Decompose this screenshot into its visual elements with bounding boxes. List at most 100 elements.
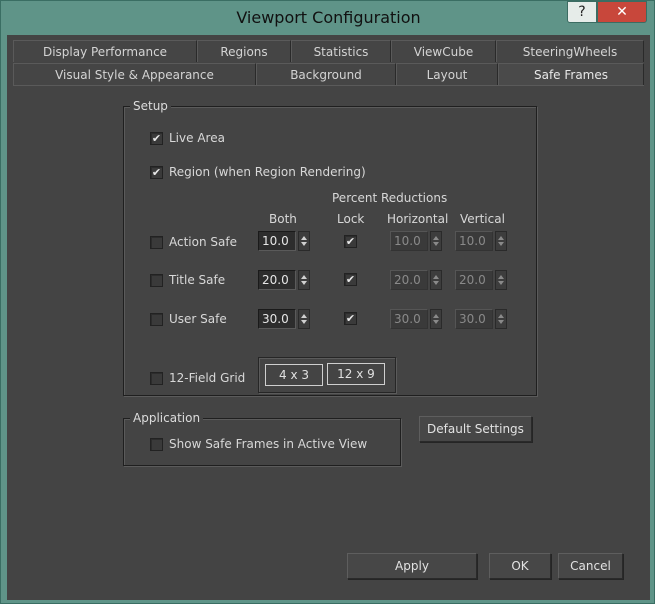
title-safe-vertical-value[interactable]: 20.0 [455,270,493,290]
close-button[interactable]: ✕ [597,1,647,23]
spinner-arrows[interactable] [298,270,310,290]
apply-button[interactable]: Apply [347,553,477,579]
action-safe-both-spinner[interactable]: 10.0 [258,231,310,251]
title-safe-vertical-spinner[interactable]: 20.0 [455,270,507,290]
help-button[interactable]: ? [567,1,597,23]
spin-down-icon[interactable] [433,320,439,324]
live-area-row: ✔ Live Area [150,131,225,145]
action-safe-vertical-value[interactable]: 10.0 [455,231,493,251]
spin-up-icon[interactable] [301,275,307,279]
user-safe-both-spinner[interactable]: 30.0 [258,309,310,329]
spin-down-icon[interactable] [498,242,504,246]
tab-safe-frames[interactable]: Safe Frames [498,63,644,85]
setup-legend: Setup [130,99,171,113]
ok-button[interactable]: OK [489,553,551,579]
tab-row-2: Visual Style & Appearance Background Lay… [13,63,644,85]
action-safe-both-value[interactable]: 10.0 [258,231,296,251]
field-grid-checkbox[interactable] [150,371,163,385]
show-safe-frames-label: Show Safe Frames in Active View [169,437,368,451]
checkmark-icon: ✔ [151,165,162,179]
tab-layout[interactable]: Layout [396,63,498,85]
spinner-arrows[interactable] [298,309,310,329]
application-legend: Application [130,411,204,425]
checkmark-icon: ✔ [151,131,162,145]
spinner-arrows[interactable] [495,309,507,329]
spin-down-icon[interactable] [433,242,439,246]
spin-up-icon[interactable] [301,314,307,318]
tab-row-1: Display Performance Regions Statistics V… [13,40,644,62]
spinner-arrows[interactable] [495,231,507,251]
user-safe-both-value[interactable]: 30.0 [258,309,296,329]
user-safe-horizontal-value[interactable]: 30.0 [390,309,428,329]
spin-up-icon[interactable] [301,236,307,240]
dialog-title: Viewport Configuration [236,8,421,27]
tab-viewcube[interactable]: ViewCube [391,40,496,62]
spinner-arrows[interactable] [430,309,442,329]
user-safe-horizontal-spinner[interactable]: 30.0 [390,309,442,329]
user-safe-label: User Safe [169,312,227,326]
dialog-client: Display Performance Regions Statistics V… [7,35,650,600]
region-label: Region (when Region Rendering) [169,165,366,179]
user-safe-vertical-spinner[interactable]: 30.0 [455,309,507,329]
region-row: ✔ Region (when Region Rendering) [150,165,366,179]
user-safe-vertical-value[interactable]: 30.0 [455,309,493,329]
spin-down-icon[interactable] [498,281,504,285]
spin-down-icon[interactable] [301,281,307,285]
show-safe-frames-checkbox[interactable] [150,437,163,451]
col-vertical-header: Vertical [460,212,505,226]
help-icon: ? [578,4,586,20]
spinner-arrows[interactable] [430,270,442,290]
spin-down-icon[interactable] [301,320,307,324]
setup-group: Setup ✔ Live Area ✔ Region (when Region … [123,99,537,396]
tab-background[interactable]: Background [256,63,396,85]
close-icon: ✕ [616,4,628,20]
spin-up-icon[interactable] [498,236,504,240]
user-safe-lock-checkbox[interactable]: ✔ [344,312,357,325]
col-both-header: Both [269,212,297,226]
live-area-checkbox[interactable]: ✔ [150,131,163,145]
title-safe-lock-checkbox[interactable]: ✔ [344,273,357,286]
action-safe-row: Action Safe [150,235,237,249]
show-safe-frames-row: Show Safe Frames in Active View [150,437,367,451]
action-safe-label: Action Safe [169,235,237,249]
action-safe-vertical-spinner[interactable]: 10.0 [455,231,507,251]
cancel-button[interactable]: Cancel [558,553,623,579]
title-safe-both-spinner[interactable]: 20.0 [258,270,310,290]
action-safe-horizontal-value[interactable]: 10.0 [390,231,428,251]
spin-up-icon[interactable] [433,275,439,279]
spin-up-icon[interactable] [433,314,439,318]
spin-up-icon[interactable] [498,314,504,318]
field-grid-buttons-box: 4 x 3 12 x 9 [258,357,396,393]
tab-statistics[interactable]: Statistics [291,40,391,62]
safe-frames-panel: Setup ✔ Live Area ✔ Region (when Region … [13,85,644,594]
title-safe-horizontal-value[interactable]: 20.0 [390,270,428,290]
title-bar[interactable]: Viewport Configuration ? ✕ [1,1,655,35]
action-safe-horizontal-spinner[interactable]: 10.0 [390,231,442,251]
tab-display-performance[interactable]: Display Performance [13,40,197,62]
action-safe-lock-checkbox[interactable]: ✔ [344,235,357,248]
spin-down-icon[interactable] [498,320,504,324]
tab-visual-style[interactable]: Visual Style & Appearance [13,63,256,85]
spinner-arrows[interactable] [298,231,310,251]
default-settings-button[interactable]: Default Settings [419,416,532,442]
user-safe-checkbox[interactable] [150,312,163,326]
tab-steeringwheels[interactable]: SteeringWheels [496,40,644,62]
grid-12x9-button[interactable]: 12 x 9 [327,363,385,385]
spinner-arrows[interactable] [430,231,442,251]
title-safe-both-value[interactable]: 20.0 [258,270,296,290]
spin-down-icon[interactable] [301,242,307,246]
field-grid-row: 12-Field Grid [150,371,245,385]
title-safe-horizontal-spinner[interactable]: 20.0 [390,270,442,290]
spinner-arrows[interactable] [495,270,507,290]
grid-4x3-button[interactable]: 4 x 3 [265,364,323,386]
spin-up-icon[interactable] [433,236,439,240]
field-grid-label: 12-Field Grid [169,371,246,385]
tab-regions[interactable]: Regions [197,40,291,62]
spin-up-icon[interactable] [498,275,504,279]
title-safe-checkbox[interactable] [150,273,163,287]
checkmark-icon: ✔ [345,273,356,286]
spin-down-icon[interactable] [433,281,439,285]
application-group: Application Show Safe Frames in Active V… [123,411,401,466]
action-safe-checkbox[interactable] [150,235,163,249]
region-checkbox[interactable]: ✔ [150,165,163,179]
